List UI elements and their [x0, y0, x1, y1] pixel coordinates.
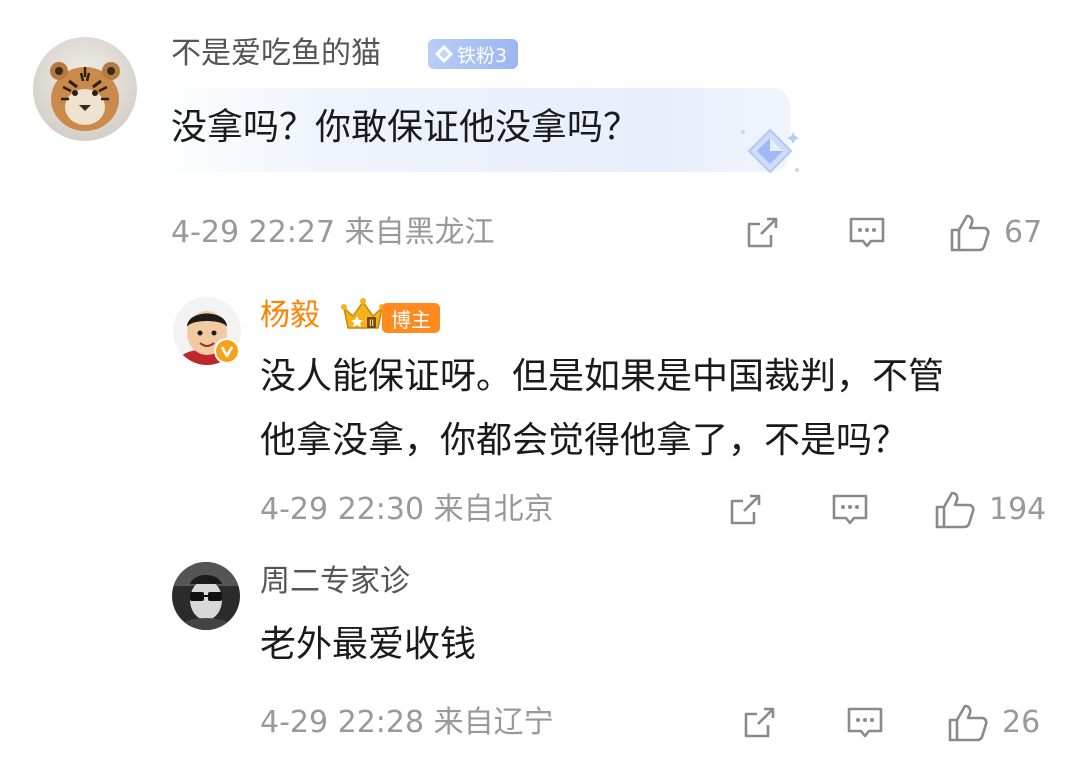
reply-text-line-1: 没人能保证呀。但是如果是中国裁判，不管: [260, 356, 945, 397]
forward-button[interactable]: [740, 704, 778, 742]
forward-icon: [747, 217, 778, 248]
like-count: 26: [1002, 705, 1041, 740]
forward-icon: [744, 707, 775, 738]
comment-icon: [832, 494, 868, 525]
username[interactable]: 不是爱吃鱼的猫: [171, 34, 381, 74]
svg-text:II: II: [369, 318, 374, 328]
like-icon: [948, 704, 988, 742]
fan-badge-label: 铁粉3: [457, 44, 508, 67]
avatar[interactable]: [172, 562, 240, 630]
like-count: 67: [1004, 215, 1043, 250]
comment-thread: 不是爱吃鱼的猫 铁粉3 没拿吗？你敢保证他没拿吗？ 4-29 22:27 来自黑…: [0, 0, 1080, 760]
reply-button[interactable]: [845, 704, 885, 742]
username[interactable]: 杨毅: [260, 296, 320, 336]
diamond-icon: [435, 45, 453, 63]
comment-item: 不是爱吃鱼的猫 铁粉3 没拿吗？你敢保证他没拿吗？ 4-29 22:27 来自黑…: [0, 0, 1080, 270]
reply-button[interactable]: [830, 491, 870, 529]
like-button[interactable]: 194: [933, 489, 1046, 531]
comment-meta: 4-29 22:27 来自黑龙江: [171, 215, 495, 250]
comment-text: 没拿吗？你敢保证他没拿吗？: [171, 107, 640, 148]
forward-button[interactable]: [743, 214, 781, 252]
like-icon: [950, 214, 990, 252]
like-count: 194: [989, 492, 1047, 527]
reply-text: 老外最爱收钱: [260, 624, 477, 665]
reply-button[interactable]: [847, 214, 887, 252]
like-icon: [935, 491, 975, 529]
forward-icon: [730, 494, 761, 525]
reply-item: 周二专家诊 老外最爱收钱 4-29 22:28 来自辽宁 26: [0, 540, 1080, 760]
like-button[interactable]: 67: [948, 212, 1042, 254]
fan-badge[interactable]: 铁粉3: [428, 39, 518, 69]
tiger-avatar-image: [33, 37, 137, 141]
reply-meta: 4-29 22:30 来自北京: [260, 492, 554, 527]
crown-icon: II: [341, 298, 385, 329]
diamond-decoration-icon: [741, 128, 799, 174]
user-avatar-image: [172, 562, 240, 630]
blogger-badge: 博主: [382, 303, 440, 333]
reply-meta: 4-29 22:28 来自辽宁: [260, 705, 554, 740]
comment-icon: [849, 217, 885, 248]
reply-text-line-2: 他拿没拿，你都会觉得他拿了，不是吗？: [260, 420, 909, 461]
forward-button[interactable]: [726, 491, 764, 529]
verified-icon: [214, 338, 240, 364]
username[interactable]: 周二专家诊: [260, 562, 410, 602]
avatar[interactable]: [33, 37, 137, 141]
like-button[interactable]: 26: [946, 702, 1040, 744]
comment-icon: [847, 707, 883, 738]
reply-item: 杨毅 II 博主 没人能保证呀。但是如果是中国裁判，不管 他拿没拿，你都会觉得他…: [0, 270, 1080, 540]
